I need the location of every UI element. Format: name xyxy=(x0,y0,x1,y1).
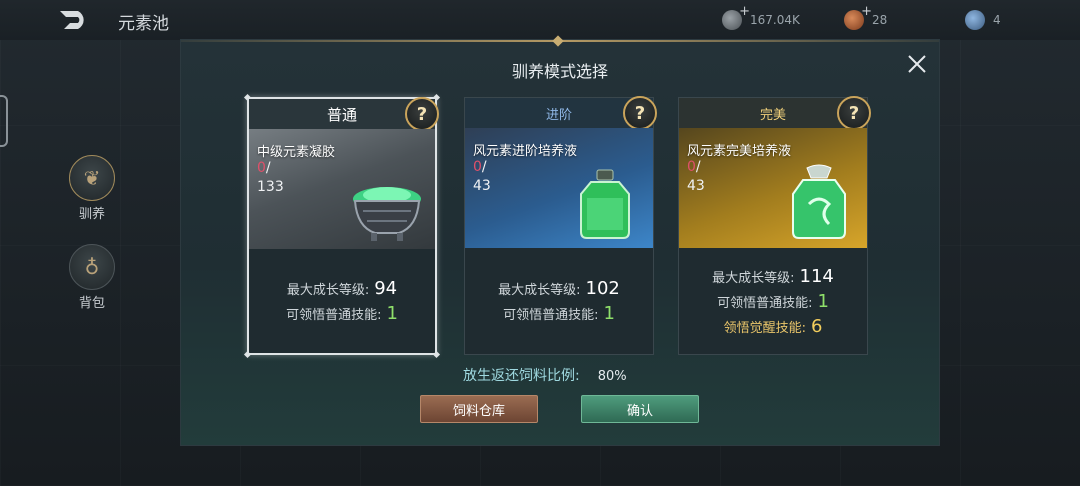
resource-copper-value: 28 xyxy=(872,13,888,27)
item-sep: / xyxy=(481,159,487,175)
side-drawer-handle[interactable] xyxy=(0,95,8,147)
item-panel: 中级元素凝胶 0/ 133 xyxy=(249,129,435,249)
feed-storage-button[interactable]: 饲料仓库 xyxy=(420,395,538,423)
resource-copper[interactable]: + 28 xyxy=(844,4,888,32)
resource-gem-value: 4 xyxy=(993,13,1001,27)
ornate-green-potion-icon xyxy=(792,164,846,239)
item-panel: 风元素完美培养液 0/ 43 xyxy=(679,128,867,248)
stat-awaken-skill: 领悟觉醒技能: 6 xyxy=(723,315,823,337)
item-sep: / xyxy=(695,159,701,175)
nav-tame-label: 驯养 xyxy=(78,207,105,222)
stat-max-growth: 最大成长等级: 102 xyxy=(498,278,620,299)
nav-tame[interactable]: ❦ 驯养 xyxy=(66,155,118,222)
green-potion-bottle-icon xyxy=(580,169,630,239)
item-count: 0/ 43 xyxy=(687,158,705,196)
stat-max-growth: 最大成长等级: 114 xyxy=(712,265,834,287)
item-have: 0 xyxy=(473,159,482,175)
card-stats: 最大成长等级: 114 可领悟普通技能: 1 领悟觉醒技能: 6 xyxy=(679,248,867,354)
copper-coin-icon: + xyxy=(844,4,872,30)
release-ratio-value: 80% xyxy=(597,369,627,384)
confirm-button[interactable]: 确认 xyxy=(581,395,699,423)
help-icon[interactable]: ? xyxy=(623,96,657,130)
item-need: 43 xyxy=(473,178,491,194)
resource-silver-value: 167.04K xyxy=(750,13,800,27)
creature-icon: ❦ xyxy=(69,155,115,201)
card-stats: 最大成长等级: 94 可领悟普通技能: 1 xyxy=(249,249,435,353)
item-have: 0 xyxy=(257,160,266,176)
stat-normal-skill: 可领悟普通技能: 1 xyxy=(286,303,398,324)
bag-icon: ♁ xyxy=(69,244,115,290)
item-panel: 风元素进阶培养液 0/ 43 xyxy=(465,128,653,248)
blue-gem-icon xyxy=(965,10,985,30)
item-count: 0/ 43 xyxy=(473,158,491,196)
top-bar: 元素池 + 167.04K + 28 4 xyxy=(0,0,1080,40)
mode-card-advanced[interactable]: 进阶 ? 风元素进阶培养液 0/ 43 最大成长等级: 102 可领悟普通技能: 1 xyxy=(464,96,657,355)
item-count: 0/ 133 xyxy=(257,159,284,197)
item-need: 133 xyxy=(257,179,284,195)
help-icon[interactable]: ? xyxy=(405,97,439,131)
item-name: 中级元素凝胶 xyxy=(257,145,336,160)
item-need: 43 xyxy=(687,178,705,194)
tame-mode-dialog: 驯养模式选择 普通 ? 中级元素凝胶 0/ 133 最大成长等级: 94 可领悟… xyxy=(181,35,939,445)
resource-silver[interactable]: + 167.04K xyxy=(722,4,800,32)
help-icon[interactable]: ? xyxy=(837,96,871,130)
mode-card-perfect[interactable]: 完美 ? 风元素完美培养液 0/ 43 最大成长等级: 114 可领悟普通技能: 1… xyxy=(678,96,871,355)
silver-coin-icon: + xyxy=(722,4,750,30)
item-have: 0 xyxy=(687,159,696,175)
green-gel-cauldron-icon xyxy=(353,187,421,241)
mode-card-normal[interactable]: 普通 ? 中级元素凝胶 0/ 133 最大成长等级: 94 可领悟普通技能: 1 xyxy=(243,93,441,359)
back-icon[interactable] xyxy=(58,9,94,31)
release-ratio-label: 放生返还饲料比例: xyxy=(463,368,580,384)
close-icon[interactable] xyxy=(905,52,929,76)
nav-bag-label: 背包 xyxy=(78,296,105,311)
item-name: 风元素进阶培养液 xyxy=(473,144,578,159)
stat-max-growth: 最大成长等级: 94 xyxy=(286,278,398,299)
page-title: 元素池 xyxy=(118,14,169,34)
nav-bag[interactable]: ♁ 背包 xyxy=(66,244,118,311)
resource-gem[interactable]: 4 xyxy=(965,8,1001,32)
stat-normal-skill: 可领悟普通技能: 1 xyxy=(717,290,829,312)
item-name: 风元素完美培养液 xyxy=(687,144,792,159)
card-stats: 最大成长等级: 102 可领悟普通技能: 1 xyxy=(465,248,653,354)
release-ratio: 放生返还饲料比例: 80% xyxy=(463,365,627,385)
item-sep: / xyxy=(265,160,271,176)
stat-normal-skill: 可领悟普通技能: 1 xyxy=(503,303,615,324)
dialog-title: 驯养模式选择 xyxy=(511,62,608,81)
